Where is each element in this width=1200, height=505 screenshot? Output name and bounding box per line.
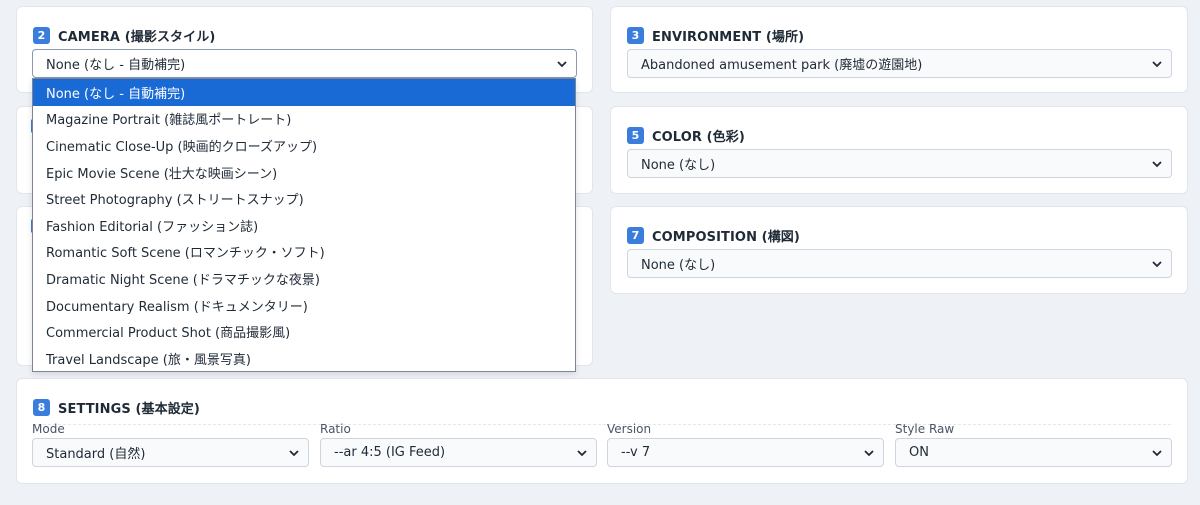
chevron-down-icon (864, 450, 874, 457)
ratio-select-value: --ar 4:5 (IG Feed) (334, 445, 446, 460)
chevron-down-icon (577, 450, 587, 457)
dropdown-option[interactable]: Travel Landscape (旅・風景写真) (33, 345, 575, 372)
mode-select[interactable]: Standard (自然) (32, 438, 309, 467)
dropdown-option[interactable]: None (なし - 自動補完) (33, 79, 575, 106)
dropdown-option[interactable]: Commercial Product Shot (商品撮影風) (33, 318, 575, 345)
camera-select[interactable]: None (なし - 自動補完) (32, 49, 577, 78)
ratio-select[interactable]: --ar 4:5 (IG Feed) (320, 438, 597, 467)
composition-number-badge: 7 (627, 226, 644, 244)
chevron-down-icon (289, 450, 299, 457)
camera-title: CAMERA (撮影スタイル) (58, 29, 216, 45)
chevron-down-icon (1152, 161, 1162, 168)
chevron-down-icon (1152, 61, 1162, 68)
settings-title: SETTINGS (基本設定) (58, 401, 200, 417)
dropdown-option[interactable]: Documentary Realism (ドキュメンタリー) (33, 292, 575, 319)
chevron-down-icon (557, 61, 567, 68)
dropdown-option[interactable]: Magazine Portrait (雑誌風ポートレート) (33, 106, 575, 133)
dropdown-option[interactable]: Dramatic Night Scene (ドラマチックな夜景) (33, 265, 575, 292)
camera-number-badge: 2 (33, 26, 50, 44)
style-raw-select-value: ON (909, 445, 929, 460)
dropdown-option[interactable]: Romantic Soft Scene (ロマンチック・ソフト) (33, 239, 575, 266)
mode-select-value: Standard (自然) (46, 447, 146, 462)
color-select[interactable]: None (なし) (627, 149, 1172, 178)
style-raw-select[interactable]: ON (895, 438, 1172, 467)
environment-select-value: Abandoned amusement park (廃墟の遊園地) (641, 58, 923, 73)
camera-dropdown-list[interactable]: None (なし - 自動補完) Magazine Portrait (雑誌風ポ… (32, 78, 576, 372)
dropdown-option[interactable]: Cinematic Close-Up (映画的クローズアップ) (33, 132, 575, 159)
version-select-value: --v 7 (621, 445, 651, 460)
color-title: COLOR (色彩) (652, 129, 745, 145)
composition-select-value: None (なし) (641, 258, 716, 273)
color-number-badge: 5 (627, 126, 644, 144)
dropdown-option[interactable]: Epic Movie Scene (壮大な映画シーン) (33, 159, 575, 186)
version-label: Version (607, 422, 652, 436)
ratio-label: Ratio (320, 422, 351, 436)
dropdown-option[interactable]: Fashion Editorial (ファッション誌) (33, 212, 575, 239)
composition-select[interactable]: None (なし) (627, 249, 1172, 278)
settings-card: 8 SETTINGS (基本設定) (16, 378, 1188, 484)
chevron-down-icon (1152, 261, 1162, 268)
dropdown-option[interactable]: Street Photography (ストリートスナップ) (33, 185, 575, 212)
camera-select-value: None (なし - 自動補完) (46, 58, 186, 73)
settings-number-badge: 8 (33, 398, 50, 416)
color-select-value: None (なし) (641, 158, 716, 173)
environment-select[interactable]: Abandoned amusement park (廃墟の遊園地) (627, 49, 1172, 78)
mode-label: Mode (32, 422, 65, 436)
style-raw-label: Style Raw (895, 422, 955, 436)
environment-number-badge: 3 (627, 26, 644, 44)
version-select[interactable]: --v 7 (607, 438, 884, 467)
chevron-down-icon (1152, 450, 1162, 457)
composition-title: COMPOSITION (構図) (652, 229, 800, 245)
settings-header: 8 SETTINGS (基本設定) (33, 396, 1171, 425)
environment-title: ENVIRONMENT (場所) (652, 29, 805, 45)
